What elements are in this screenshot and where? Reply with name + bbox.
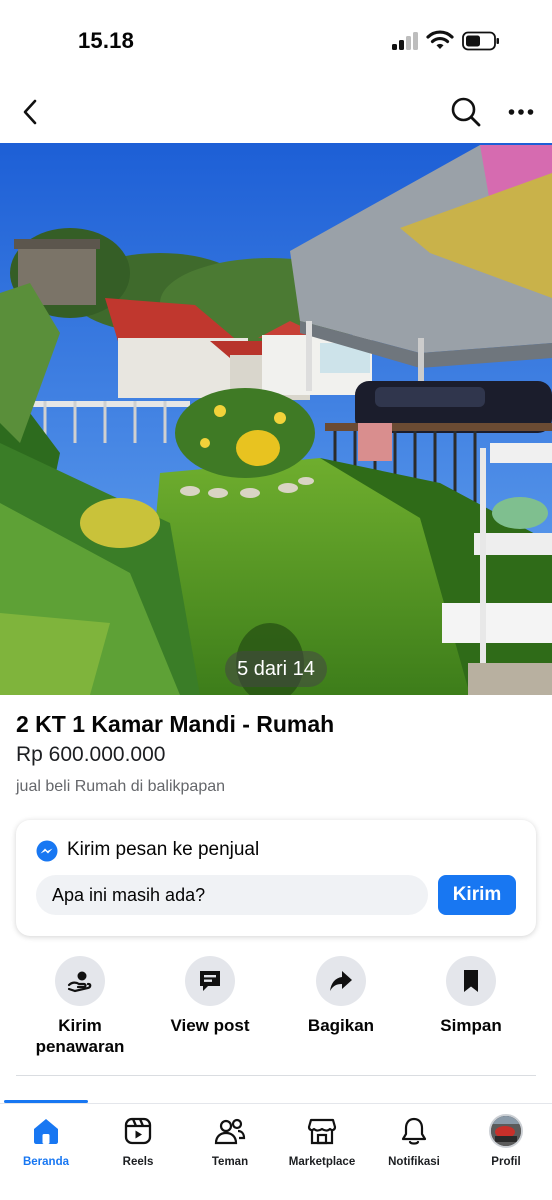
listing-price: Rp 600.000.000 (16, 743, 166, 766)
back-button[interactable] (10, 92, 50, 132)
post-icon (185, 956, 235, 1006)
photo-counter: 5 dari 14 (225, 651, 327, 687)
search-icon (451, 97, 481, 127)
tab-label: Beranda (22, 1156, 70, 1168)
share-icon (316, 956, 366, 1006)
status-bar: 15.18 (0, 0, 552, 82)
nav-bar (0, 82, 552, 142)
view-post-button[interactable]: View post (145, 956, 275, 1036)
tab-label: Notifikasi (388, 1156, 440, 1168)
bottom-tab-bar: Beranda Reels Teman Marketplace Notifika… (0, 1103, 552, 1200)
tab-label: Teman (211, 1156, 249, 1168)
action-label: Simpan (440, 1016, 502, 1035)
wifi-icon (426, 30, 454, 49)
tab-notifications[interactable]: Notifikasi (368, 1114, 460, 1168)
offer-icon (55, 956, 105, 1006)
tab-label: Marketplace (288, 1156, 356, 1168)
tab-marketplace[interactable]: Marketplace (276, 1114, 368, 1168)
listing-title: 2 KT 1 Kamar Mandi - Rumah (16, 711, 335, 737)
tab-reels[interactable]: Reels (92, 1114, 184, 1168)
listing-photo[interactable] (0, 143, 552, 695)
bookmark-icon (446, 956, 496, 1006)
tab-home[interactable]: Beranda (0, 1114, 92, 1168)
avatar (489, 1114, 523, 1148)
listing-category[interactable]: jual beli Rumah di balikpapan (16, 778, 225, 796)
reels-icon (121, 1114, 155, 1148)
marketplace-icon (305, 1114, 339, 1148)
tab-label: Reels (122, 1156, 154, 1168)
search-button[interactable] (446, 92, 486, 132)
bell-icon (397, 1114, 431, 1148)
action-label: Kirim penawaran (35, 1016, 125, 1056)
friends-icon (213, 1114, 247, 1148)
action-label: View post (170, 1016, 250, 1035)
status-time: 15.18 (78, 28, 135, 53)
save-button[interactable]: Simpan (406, 956, 536, 1036)
message-title: Kirim pesan ke penjual (67, 839, 260, 860)
message-input[interactable]: Apa ini masih ada? (36, 875, 428, 915)
send-button[interactable]: Kirim (438, 875, 516, 915)
chevron-left-icon (23, 99, 37, 125)
cellular-signal-icon (392, 32, 420, 50)
house-garden-photo (0, 143, 552, 695)
make-offer-button[interactable]: Kirim penawaran (15, 956, 145, 1057)
tab-label: Profil (491, 1156, 521, 1168)
tab-profile[interactable]: Profil (460, 1114, 552, 1168)
more-options-button[interactable] (501, 92, 541, 132)
more-icon (508, 109, 534, 115)
messenger-icon (36, 840, 58, 862)
tab-friends[interactable]: Teman (184, 1114, 276, 1168)
share-button[interactable]: Bagikan (276, 956, 406, 1036)
message-seller-card: Kirim pesan ke penjual Apa ini masih ada… (16, 820, 536, 936)
divider (16, 1075, 536, 1076)
action-label: Bagikan (307, 1016, 375, 1035)
action-row: Kirim penawaran View post Bagikan Simpan (0, 956, 552, 1066)
battery-icon (462, 31, 499, 51)
home-icon (29, 1114, 63, 1148)
